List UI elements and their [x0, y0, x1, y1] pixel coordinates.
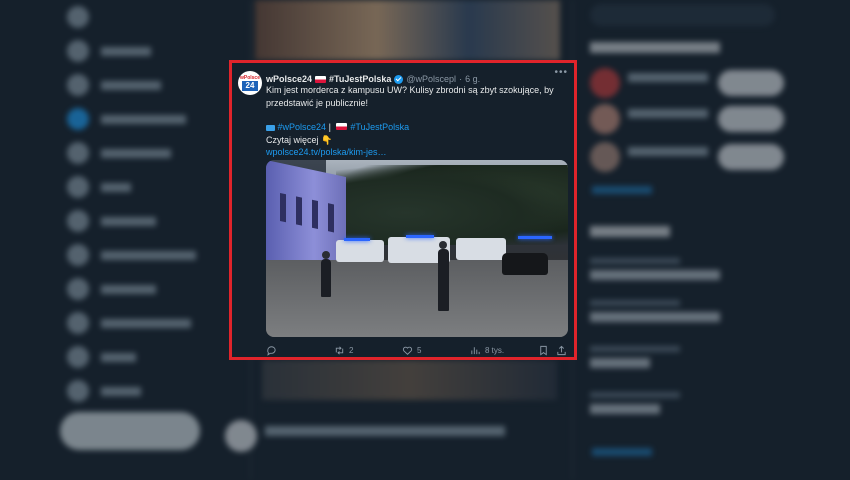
show-more-link — [592, 186, 652, 194]
bookmark-icon — [540, 345, 547, 356]
reply-button[interactable] — [266, 345, 281, 356]
sidebar-item — [55, 102, 215, 136]
reply-icon — [267, 346, 276, 356]
photo-police-van — [456, 238, 506, 260]
tweet-photo[interactable] — [266, 160, 568, 337]
pointing-down-icon: 👇 — [321, 134, 333, 145]
reply-preview — [225, 420, 565, 480]
follow-suggestion — [590, 104, 785, 138]
like-count: 5 — [417, 346, 422, 355]
timestamp[interactable]: 6 g. — [465, 74, 480, 84]
sidebar-item — [55, 272, 215, 306]
photo-police-light — [518, 236, 552, 239]
follow-suggestion — [590, 68, 785, 102]
sidebar-item — [55, 204, 215, 238]
sidebar-item — [55, 306, 215, 340]
pipe-separator: | — [328, 122, 331, 132]
photo-car — [502, 253, 548, 275]
read-more-line: Czytaj więcej 👇 — [266, 134, 556, 147]
show-more-link — [592, 448, 652, 456]
post-image-below — [262, 360, 557, 400]
share-icon — [557, 345, 566, 356]
blurred-sidebar — [55, 0, 215, 480]
tv-icon — [266, 124, 275, 131]
tweet-text: Kim jest morderca z kampusu UW? Kulisy z… — [266, 84, 556, 159]
heart-icon — [402, 346, 413, 355]
sidebar-item — [55, 374, 215, 408]
sidebar-logo — [55, 0, 215, 34]
who-to-follow-title — [590, 42, 720, 53]
photo-officer — [438, 249, 449, 311]
ellipsis-icon[interactable]: ••• — [554, 67, 568, 78]
poland-flag-icon — [315, 75, 327, 83]
photo-trees — [336, 165, 568, 245]
like-button[interactable]: 5 — [402, 345, 421, 356]
post-button — [60, 412, 200, 450]
search-input — [590, 4, 775, 26]
hashtag-link[interactable]: #TuJestPolska — [350, 122, 409, 132]
sidebar-item — [55, 136, 215, 170]
author-hashtag: #TuJestPolska — [329, 74, 392, 84]
views-chart-icon — [471, 347, 480, 355]
retweet-icon — [335, 346, 344, 355]
previous-post-image — [255, 0, 560, 60]
photo-officer-head — [439, 241, 447, 249]
tweet-headline: Kim jest morderca z kampusu UW? Kulisy z… — [266, 85, 554, 108]
author-name[interactable]: wPolsce24 — [266, 74, 312, 84]
photo-police-light — [406, 235, 434, 238]
sidebar-item — [55, 170, 215, 204]
trend-item — [590, 346, 775, 368]
highlighted-tweet[interactable]: wPolsce 24 wPolsce24 #TuJestPolska @wPol… — [229, 60, 577, 360]
sidebar-item — [55, 340, 215, 374]
hashtag-link[interactable]: #wPolsce24 — [278, 122, 327, 132]
retweet-button[interactable]: 2 — [334, 345, 353, 356]
poland-flag-icon — [336, 123, 348, 130]
photo-officer-head — [322, 251, 330, 259]
trend-item — [590, 392, 775, 414]
article-link[interactable]: wpolsce24.tv/polska/kim-jes… — [266, 146, 556, 159]
share-button[interactable] — [556, 345, 571, 356]
trends-title — [590, 226, 670, 237]
sidebar-item — [55, 34, 215, 68]
tweet-actions: 2 5 8 tys. — [266, 345, 568, 359]
author-handle[interactable]: @wPolscepl — [406, 74, 456, 84]
avatar-logo-number: 24 — [242, 81, 258, 91]
sidebar-item — [55, 68, 215, 102]
sidebar-item — [55, 238, 215, 272]
views-button[interactable]: 8 tys. — [470, 345, 504, 356]
verified-badge-icon — [394, 74, 404, 84]
read-more-text: Czytaj więcej — [266, 134, 319, 145]
views-count: 8 tys. — [485, 346, 505, 355]
photo-police-light — [344, 238, 370, 241]
hashtag-line: #wPolsce24 | #TuJestPolska — [266, 121, 556, 134]
separator: · — [459, 74, 463, 84]
trend-item — [590, 300, 775, 322]
bookmark-button[interactable] — [538, 345, 553, 356]
photo-police-van — [336, 240, 384, 262]
retweet-count: 2 — [349, 346, 354, 355]
follow-suggestion — [590, 142, 785, 176]
avatar[interactable]: wPolsce 24 — [238, 71, 262, 95]
trend-item — [590, 258, 775, 280]
photo-officer — [321, 259, 331, 297]
